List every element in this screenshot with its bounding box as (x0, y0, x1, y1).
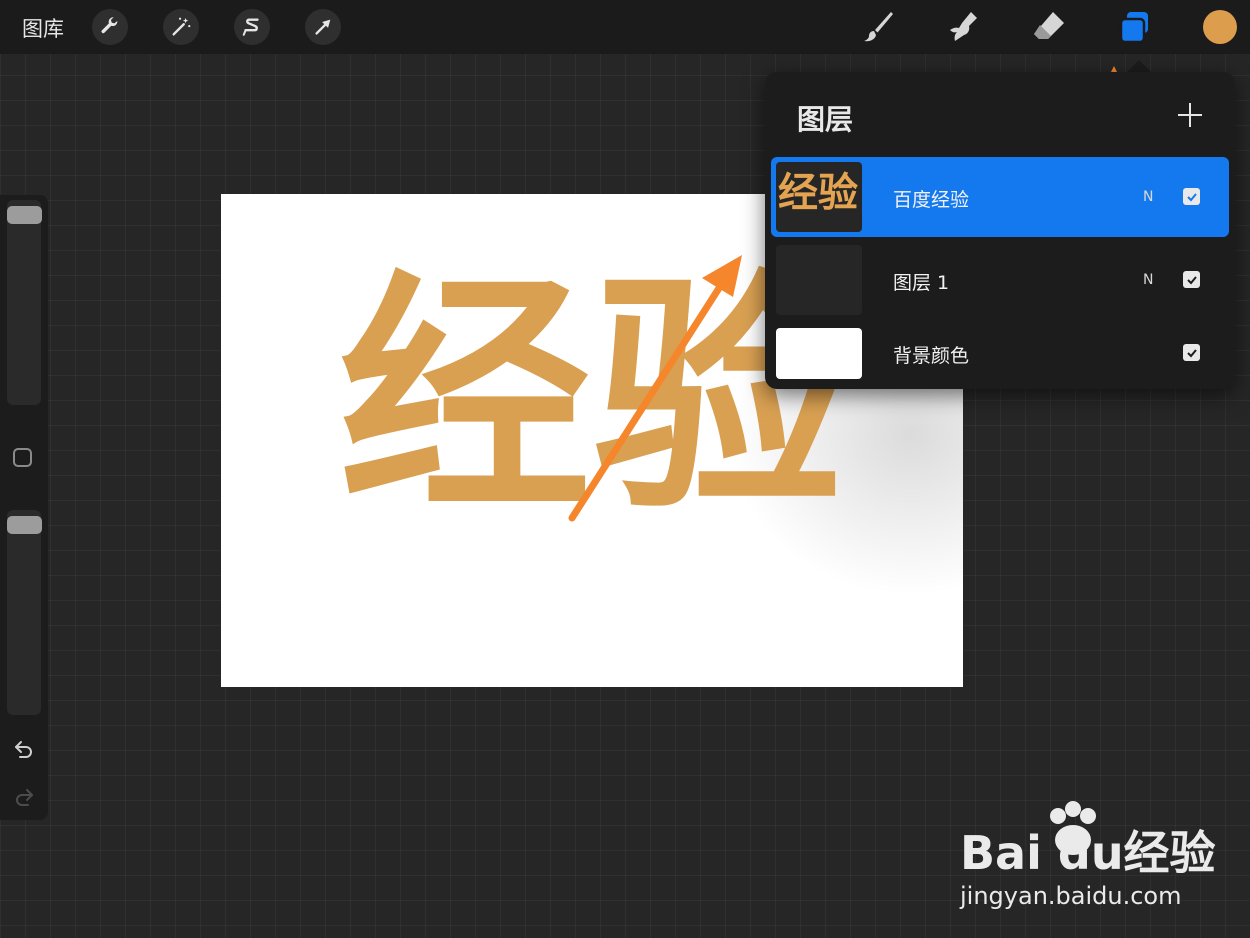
brush-size-slider[interactable] (7, 200, 41, 405)
layers-button[interactable] (1115, 8, 1153, 46)
transform-arrow-icon (315, 19, 331, 35)
wrench-icon (101, 17, 118, 34)
brush-icon (864, 12, 893, 42)
layer-name: 百度经验 (893, 189, 970, 211)
layer-row-layer1[interactable]: 图层 1 N (771, 240, 1229, 320)
left-sidebar (0, 195, 48, 820)
top-toolbar: 图库 (0, 0, 1250, 54)
smudge-icon (950, 12, 977, 41)
adjustments-button[interactable] (163, 9, 199, 45)
layers-icon (1119, 12, 1148, 44)
brush-button[interactable] (859, 8, 897, 46)
gallery-button[interactable]: 图库 (22, 13, 64, 43)
layer-thumbnail: 经验 (776, 162, 862, 232)
layer-visibility-checkbox[interactable] (1183, 271, 1200, 288)
actions-button[interactable] (92, 9, 128, 45)
layer-row-baidu[interactable]: 经验 百度经验 N (771, 157, 1229, 237)
color-picker-button[interactable] (1203, 10, 1237, 44)
background-color-swatch[interactable] (776, 328, 862, 379)
opacity-slider[interactable] (7, 510, 41, 715)
plus-icon[interactable] (1175, 100, 1205, 130)
square-modifier-icon[interactable] (13, 448, 32, 467)
layer-name: 图层 1 (893, 272, 950, 294)
checkmark-icon (1186, 275, 1197, 284)
layers-panel-title: 图层 (797, 103, 854, 136)
layers-panel: 图层 经验 百度经验 N 图层 1 N 背景颜色 (765, 72, 1235, 389)
opacity-thumb[interactable] (7, 515, 42, 534)
brush-size-thumb[interactable] (7, 205, 42, 224)
magic-wand-icon (172, 17, 191, 36)
layer-blend-mode[interactable]: N (1143, 189, 1153, 205)
layer-row-background[interactable]: 背景颜色 (771, 323, 1229, 383)
layer-blend-mode[interactable]: N (1143, 272, 1153, 288)
watermark-text: Bai du经验 (960, 826, 1216, 880)
layer-visibility-checkbox[interactable] (1183, 188, 1200, 205)
redo-icon[interactable] (12, 785, 36, 809)
layer-name: 背景颜色 (893, 345, 970, 367)
checkmark-icon (1186, 192, 1197, 201)
transform-button[interactable] (305, 9, 341, 45)
layer-thumbnail-text: 经验 (778, 170, 858, 216)
layer-thumbnail (776, 245, 862, 315)
layer-visibility-checkbox[interactable] (1183, 344, 1200, 361)
eraser-button[interactable] (1030, 8, 1068, 46)
undo-icon[interactable] (12, 737, 36, 761)
selection-button[interactable] (234, 9, 270, 45)
watermark-url: jingyan.baidu.com (960, 882, 1182, 910)
selection-s-icon (242, 18, 259, 36)
baidu-watermark: Bai du经验 jingyan.baidu.com (958, 800, 1216, 915)
smudge-button[interactable] (944, 8, 982, 46)
checkmark-icon (1186, 348, 1197, 357)
eraser-icon (1034, 12, 1064, 39)
